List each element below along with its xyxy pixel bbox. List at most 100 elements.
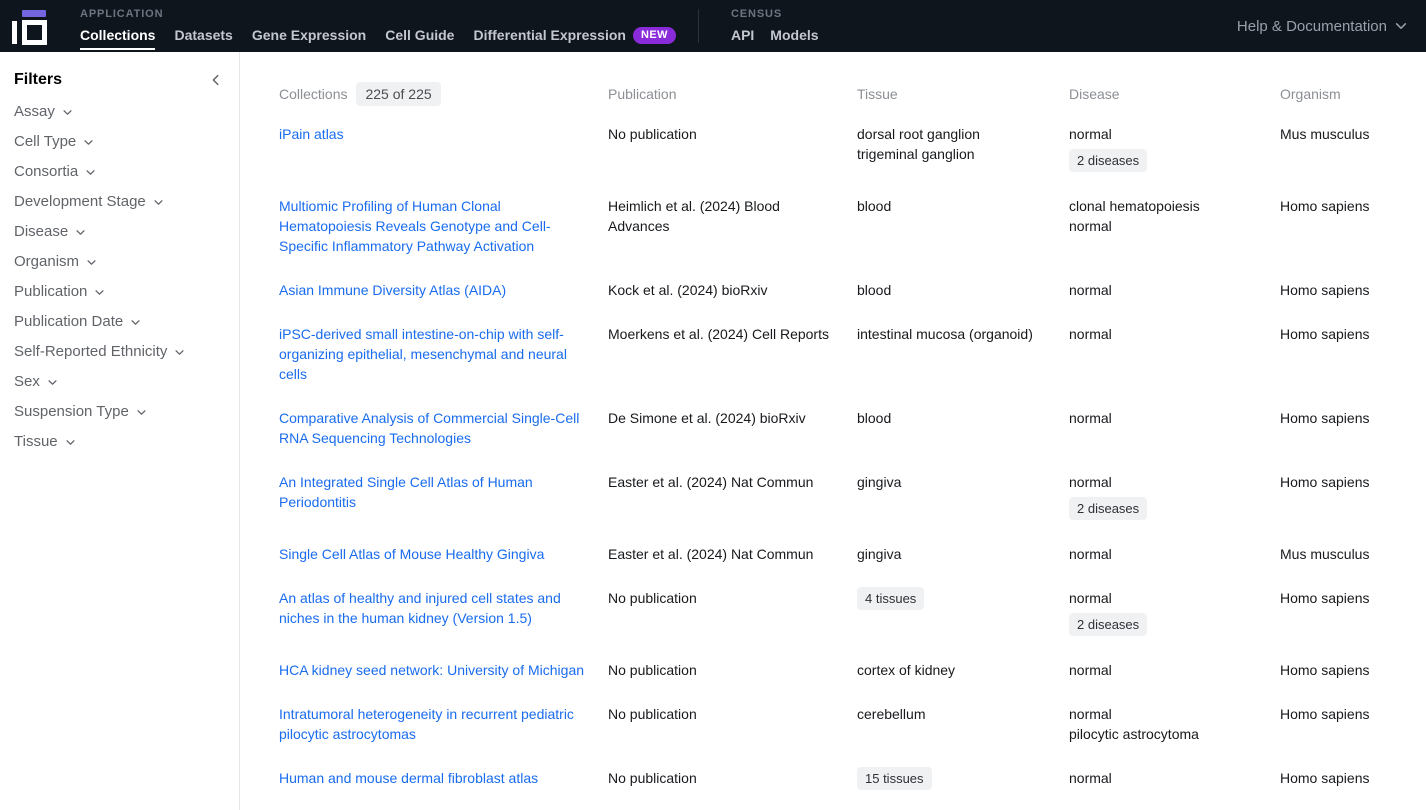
chevron-down-icon	[86, 257, 97, 268]
disease-value: clonal hematopoiesis	[1069, 196, 1260, 216]
nav-item-collections[interactable]: Collections	[80, 26, 155, 50]
filter-tissue[interactable]: Tissue	[14, 426, 225, 456]
nav-item-gene-expression[interactable]: Gene Expression	[252, 26, 366, 50]
collections-count-badge: 225 of 225	[356, 82, 440, 106]
chevron-down-icon	[75, 227, 86, 238]
tissue-value: intestinal mucosa (organoid)	[857, 324, 1049, 344]
new-badge: NEW	[633, 27, 676, 44]
nav-item-label: Datasets	[174, 26, 232, 44]
filter-cell-type[interactable]: Cell Type	[14, 126, 225, 156]
collection-link[interactable]: iPain atlas	[279, 126, 344, 142]
organism-cell: Homo sapiens	[1280, 324, 1387, 384]
nav-divider	[698, 9, 699, 43]
tissue-count-badge: 4 tissues	[857, 587, 924, 610]
disease-cell: normal2 diseases	[1069, 472, 1280, 520]
collection-link[interactable]: HCA kidney seed network: University of M…	[279, 662, 584, 678]
publication-cell: Moerkens et al. (2024) Cell Reports	[608, 324, 857, 384]
filter-label: Suspension Type	[14, 403, 129, 420]
filter-publication[interactable]: Publication	[14, 276, 225, 306]
tissue-cell: gingiva	[857, 472, 1069, 520]
table-header-row: Collections 225 of 225 Publication Tissu…	[279, 82, 1387, 106]
application-nav-group: APPLICATION CollectionsDatasetsGene Expr…	[80, 0, 676, 52]
logo-left-bar	[12, 21, 17, 44]
disease-value: normal	[1069, 472, 1260, 492]
table-row: Human and mouse dermal fibroblast atlasN…	[279, 756, 1387, 802]
collection-link[interactable]: Multiomic Profiling of Human Clonal Hema…	[279, 198, 551, 254]
collection-link[interactable]: Single Cell Atlas of Mouse Healthy Gingi…	[279, 546, 544, 562]
tissue-value: trigeminal ganglion	[857, 144, 1049, 164]
chevron-down-icon	[130, 317, 141, 328]
collection-link[interactable]: An Integrated Single Cell Atlas of Human…	[279, 474, 533, 510]
filter-suspension-type[interactable]: Suspension Type	[14, 396, 225, 426]
nav-item-cell-guide[interactable]: Cell Guide	[385, 26, 454, 50]
filter-consortia[interactable]: Consortia	[14, 156, 225, 186]
chevron-down-icon	[85, 167, 96, 178]
organism-cell: Homo sapiens	[1280, 660, 1387, 680]
chevron-down-icon	[83, 137, 94, 148]
filter-self-reported-ethnicity[interactable]: Self-Reported Ethnicity	[14, 336, 225, 366]
tissue-value: cortex of kidney	[857, 660, 1049, 680]
nav-item-datasets[interactable]: Datasets	[174, 26, 232, 50]
disease-count-badge: 2 diseases	[1069, 149, 1147, 172]
filter-publication-date[interactable]: Publication Date	[14, 306, 225, 336]
organism-value: Mus musculus	[1280, 544, 1387, 564]
tissue-value: blood	[857, 196, 1049, 216]
nav-item-label: Differential Expression	[473, 26, 626, 44]
tissue-cell: cortex of kidney	[857, 660, 1069, 680]
tissue-value: blood	[857, 408, 1049, 428]
column-header-publication: Publication	[608, 86, 857, 102]
filter-sex[interactable]: Sex	[14, 366, 225, 396]
filter-list: Assay Cell Type ConsortiaDevelopment Stage…	[14, 96, 225, 456]
disease-cell: normalpilocytic astrocytoma	[1069, 704, 1280, 744]
tissue-cell: blood	[857, 408, 1069, 448]
collection-link[interactable]: Asian Immune Diversity Atlas (AIDA)	[279, 282, 506, 298]
organism-cell: Mus musculus	[1280, 124, 1387, 172]
help-documentation-menu[interactable]: Help & Documentation	[1237, 18, 1408, 35]
filter-label: Disease	[14, 223, 68, 240]
filter-label: Cell Type	[14, 133, 76, 150]
app-nav: Collections Datasets Gene Expression Cell G…	[80, 26, 676, 50]
tissue-cell: blood	[857, 196, 1069, 256]
help-documentation-label: Help & Documentation	[1237, 18, 1387, 35]
filter-assay[interactable]: Assay	[14, 96, 225, 126]
column-header-tissue: Tissue	[857, 86, 1069, 102]
organism-value: Homo sapiens	[1280, 324, 1387, 344]
cellxgene-logo[interactable]	[12, 7, 48, 47]
nav-item-models[interactable]: Models	[770, 26, 818, 50]
tissue-value: gingiva	[857, 472, 1049, 492]
organism-value: Mus musculus	[1280, 124, 1387, 144]
chevron-down-icon	[1394, 19, 1408, 33]
organism-cell: Mus musculus	[1280, 544, 1387, 564]
chevron-down-icon	[47, 377, 58, 388]
census-label: CENSUS	[731, 8, 819, 20]
disease-value: normal	[1069, 408, 1260, 428]
disease-cell: normal	[1069, 280, 1280, 300]
sidebar-collapse-button[interactable]	[207, 71, 225, 89]
disease-value: normal	[1069, 660, 1260, 680]
collection-link[interactable]: Comparative Analysis of Commercial Singl…	[279, 410, 579, 446]
filter-development-stage[interactable]: Development Stage	[14, 186, 225, 216]
tissue-cell: blood	[857, 280, 1069, 300]
nav-item-label: Collections	[80, 26, 155, 44]
filter-organism[interactable]: Organism	[14, 246, 225, 276]
logo-square	[22, 20, 47, 45]
nav-item-api[interactable]: API	[731, 26, 754, 50]
collections-main: Collections 225 of 225 Publication Tissu…	[240, 52, 1426, 810]
column-header-disease: Disease	[1069, 86, 1280, 102]
collection-link[interactable]: iPSC-derived small intestine-on-chip wit…	[279, 326, 567, 382]
nav-item-label: Cell Guide	[385, 26, 454, 44]
filters-title: Filters	[14, 71, 62, 89]
filter-disease[interactable]: Disease	[14, 216, 225, 246]
tissue-value: cerebellum	[857, 704, 1049, 724]
collection-link[interactable]: Intratumoral heterogeneity in recurrent …	[279, 706, 574, 742]
publication-cell: Kock et al. (2024) bioRxiv	[608, 280, 857, 300]
disease-value: pilocytic astrocytoma	[1069, 724, 1260, 744]
collection-link[interactable]: An atlas of healthy and injured cell sta…	[279, 590, 561, 626]
nav-item-differential-expression[interactable]: Differential Expression NEW	[473, 26, 675, 50]
organism-cell: Homo sapiens	[1280, 280, 1387, 300]
table-row: Asian Immune Diversity Atlas (AIDA) Kock …	[279, 268, 1387, 312]
collection-link[interactable]: Human and mouse dermal fibroblast atlas	[279, 770, 538, 786]
tissue-cell: cerebellum	[857, 704, 1069, 744]
tissue-cell: intestinal mucosa (organoid)	[857, 324, 1069, 384]
collections-table-body: iPain atlasNo publicationdorsal root gan…	[279, 112, 1387, 802]
